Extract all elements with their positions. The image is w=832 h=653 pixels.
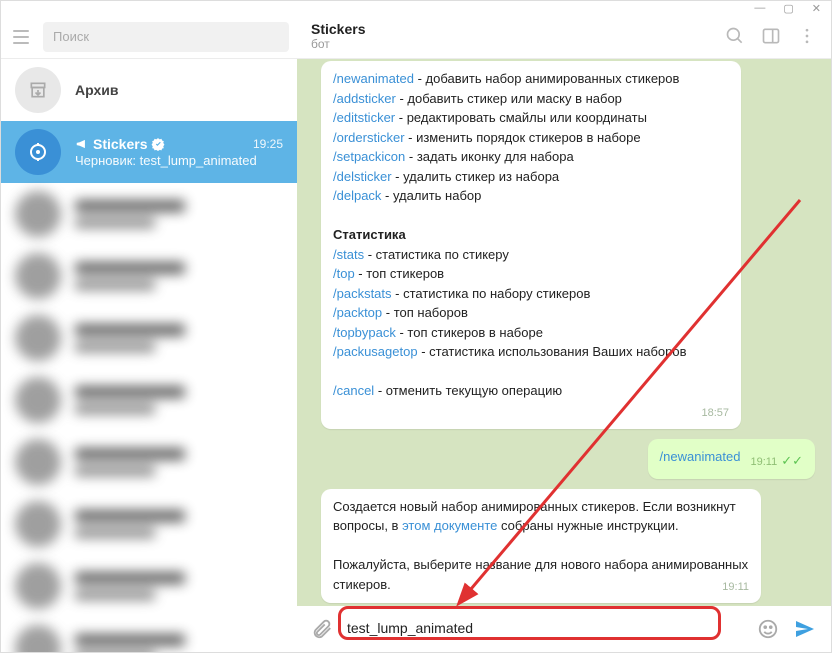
bot-help-message: /newanimated - добавить набор анимирован… — [321, 61, 741, 429]
read-checks-icon: ✓✓ — [781, 453, 803, 468]
chat-item-preview: Черновик: test_lump_animated — [75, 153, 283, 168]
chat-item-blurred[interactable] — [1, 493, 297, 555]
chat-item-time: 19:25 — [253, 137, 283, 151]
top-left: Поиск — [1, 22, 297, 52]
chat-item-blurred[interactable] — [1, 307, 297, 369]
command-link[interactable]: /cancel — [333, 383, 374, 398]
window-minimize-button[interactable]: — — [754, 2, 765, 14]
command-link[interactable]: /packstats — [333, 286, 392, 301]
command-link[interactable]: /newanimated — [333, 71, 414, 86]
command-link[interactable]: /newanimated — [660, 449, 741, 464]
attach-icon[interactable] — [311, 618, 333, 640]
top-bar: Поиск Stickers бот — [1, 15, 831, 59]
outgoing-message: /newanimated 19:11✓✓ — [648, 439, 815, 479]
bot-reply-message: Создается новый набор анимированных стик… — [321, 489, 761, 604]
verified-icon — [151, 137, 165, 151]
message-input[interactable] — [347, 620, 528, 636]
telegram-window: — ▢ ✕ Поиск Stickers бот — [0, 0, 832, 653]
body: Архив Stickers 19:25 — [1, 59, 831, 652]
command-link[interactable]: /addsticker — [333, 91, 396, 106]
chat-area: /newanimated - добавить набор анимирован… — [297, 59, 831, 652]
send-button-icon[interactable] — [793, 617, 817, 641]
top-icons — [725, 26, 817, 46]
spellcheck-underline — [347, 637, 487, 639]
command-link[interactable]: /setpackicon — [333, 149, 405, 164]
archive-label: Архив — [75, 82, 118, 98]
messages-area[interactable]: /newanimated - добавить набор анимирован… — [297, 59, 831, 606]
command-link[interactable]: /ordersticker — [333, 130, 405, 145]
search-input[interactable]: Поиск — [43, 22, 289, 52]
message-time: 19:11✓✓ — [750, 451, 803, 471]
search-placeholder: Поиск — [53, 29, 89, 44]
doc-link[interactable]: этом документе — [402, 518, 497, 533]
message-input-row — [297, 606, 831, 652]
more-options-icon[interactable] — [797, 26, 817, 46]
command-link[interactable]: /top — [333, 266, 355, 281]
window-close-button[interactable]: ✕ — [812, 2, 821, 15]
stats-heading: Статистика — [333, 225, 729, 245]
chat-item-stickers[interactable]: Stickers 19:25 Черновик: test_lump_anima… — [1, 121, 297, 183]
archive-row[interactable]: Архив — [1, 59, 297, 121]
chat-item-blurred[interactable] — [1, 245, 297, 307]
message-input-wrap — [347, 620, 743, 638]
chat-item-blurred[interactable] — [1, 369, 297, 431]
command-link[interactable]: /delsticker — [333, 169, 392, 184]
command-link[interactable]: /packusagetop — [333, 344, 418, 359]
chat-item-name: Stickers — [75, 136, 165, 152]
emoji-icon[interactable] — [757, 618, 779, 640]
command-link[interactable]: /delpack — [333, 188, 381, 203]
chat-subtitle: бот — [311, 37, 725, 51]
archive-icon — [15, 67, 61, 113]
chat-item-blurred[interactable] — [1, 555, 297, 617]
command-link[interactable]: /topbypack — [333, 325, 396, 340]
side-panel-icon[interactable] — [761, 26, 781, 46]
chat-title: Stickers — [311, 22, 725, 37]
command-link[interactable]: /packtop — [333, 305, 382, 320]
window-maximize-button[interactable]: ▢ — [783, 2, 793, 15]
top-right: Stickers бот — [297, 22, 831, 51]
message-time: 19:11 — [722, 579, 749, 596]
megaphone-icon — [75, 137, 89, 151]
search-in-chat-icon[interactable] — [725, 26, 745, 46]
chat-item-blurred[interactable] — [1, 183, 297, 245]
chat-item-body: Stickers 19:25 Черновик: test_lump_anima… — [75, 136, 283, 168]
hamburger-menu-icon[interactable] — [9, 25, 33, 49]
window-titlebar: — ▢ ✕ — [1, 1, 831, 15]
command-link[interactable]: /stats — [333, 247, 364, 262]
message-time: 18:57 — [701, 405, 729, 422]
chat-item-blurred[interactable] — [1, 431, 297, 493]
stickers-avatar-icon — [15, 129, 61, 175]
chat-header-info[interactable]: Stickers бот — [311, 22, 725, 51]
chat-list-sidebar: Архив Stickers 19:25 — [1, 59, 297, 652]
chat-item-blurred[interactable] — [1, 617, 297, 652]
command-link[interactable]: /editsticker — [333, 110, 395, 125]
